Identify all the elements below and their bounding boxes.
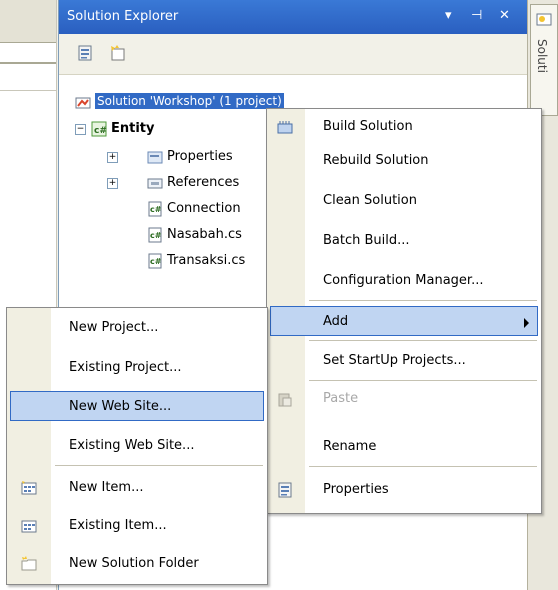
menu-separator [55, 465, 263, 466]
menu-item-set-startup-projects[interactable]: Set StartUp Projects... [267, 346, 541, 376]
menu-separator [309, 300, 537, 301]
context-menu: Build Solution Rebuild Solution Clean So… [266, 108, 542, 514]
csharp-file-icon: c# [148, 253, 162, 268]
menu-item-label: Set StartUp Projects... [323, 353, 466, 368]
tree-item-transaksi[interactable]: c# Transaksi.cs [147, 249, 245, 271]
menu-item-existing-project[interactable]: Existing Project... [7, 353, 267, 383]
tree-item-label: Transaksi.cs [167, 253, 246, 268]
tree-item-label: Nasabah.cs [167, 227, 242, 242]
svg-text:c#: c# [150, 231, 162, 240]
solution-icon [75, 97, 91, 108]
menu-item-existing-web-site[interactable]: Existing Web Site... [7, 431, 267, 461]
properties-icon[interactable] [77, 44, 95, 62]
submenu-arrow-icon [524, 318, 529, 328]
menu-item-label: Configuration Manager... [323, 273, 484, 288]
csharp-file-icon: c# [148, 201, 162, 216]
explorer-toolbar [59, 34, 527, 75]
menu-item-label: New Project... [69, 320, 159, 335]
menu-item-label: Batch Build... [323, 233, 410, 248]
tree-item-connection[interactable]: c# Connection [147, 197, 241, 219]
menu-item-add[interactable]: Add [270, 306, 538, 336]
tree-item-properties[interactable]: Properties [147, 145, 233, 167]
tree-item-label: Connection [167, 201, 241, 216]
menu-item-label: Rebuild Solution [323, 153, 429, 168]
tree-item-label: Properties [167, 149, 233, 164]
tree-item-references[interactable]: References [147, 171, 239, 193]
new-item-icon [21, 481, 37, 495]
menu-item-rename[interactable]: Rename [267, 432, 541, 462]
menu-item-new-project[interactable]: New Project... [7, 313, 267, 343]
existing-item-icon [21, 520, 37, 533]
expand-icon[interactable]: + [107, 152, 118, 163]
project-node[interactable]: c# Entity [91, 117, 155, 139]
properties-folder-icon [147, 151, 163, 163]
dropdown-icon[interactable]: ▾ [445, 8, 452, 23]
menu-item-label: New Web Site... [69, 399, 172, 414]
menu-item-label: Clean Solution [323, 193, 417, 208]
menu-item-label: Add [323, 314, 349, 329]
svg-text:c#: c# [150, 205, 162, 214]
build-icon [277, 121, 293, 134]
solution-explorer-icon [536, 13, 552, 26]
menu-item-rebuild-solution[interactable]: Rebuild Solution [267, 146, 541, 176]
menu-item-properties[interactable]: Properties [267, 475, 541, 505]
side-tab-label: Soluti [535, 39, 549, 73]
new-folder-icon [21, 556, 37, 571]
menu-separator [309, 466, 537, 467]
divider [0, 62, 56, 64]
menu-item-paste: Paste [267, 384, 541, 414]
svg-text:c#: c# [150, 257, 162, 266]
menu-separator [309, 380, 537, 381]
csharp-project-icon: c# [91, 121, 107, 136]
solution-label: Solution 'Workshop' (1 project) [95, 93, 284, 109]
pin-icon[interactable]: ⊣ [471, 8, 482, 23]
menu-item-new-item[interactable]: New Item... [7, 473, 267, 503]
properties-icon [278, 482, 292, 498]
menu-item-label: Paste [323, 391, 359, 406]
menu-item-label: Properties [323, 482, 389, 497]
project-label: Entity [111, 121, 155, 136]
expand-icon[interactable]: + [107, 178, 118, 189]
divider [0, 90, 56, 91]
tree-item-label: References [167, 175, 240, 190]
solution-node[interactable]: Solution 'Workshop' (1 project) [75, 90, 284, 112]
tree-item-nasabah[interactable]: c# Nasabah.cs [147, 223, 242, 245]
menu-item-batch-build[interactable]: Batch Build... [267, 226, 541, 256]
menu-item-label: Existing Project... [69, 360, 182, 375]
show-all-files-icon[interactable] [109, 44, 127, 62]
panel-title-bar: Solution Explorer ▾ ⊣ ✕ [59, 0, 527, 34]
collapse-icon[interactable]: − [75, 124, 86, 135]
menu-item-build-solution[interactable]: Build Solution [267, 112, 541, 142]
menu-separator [309, 340, 537, 341]
editor-tab[interactable] [0, 0, 56, 43]
paste-icon [278, 393, 292, 407]
references-icon [147, 178, 163, 188]
menu-item-new-solution-folder[interactable]: New Solution Folder [7, 549, 267, 579]
close-icon[interactable]: ✕ [499, 8, 510, 23]
csharp-file-icon: c# [148, 227, 162, 242]
menu-item-configuration-manager[interactable]: Configuration Manager... [267, 266, 541, 296]
menu-item-new-web-site[interactable]: New Web Site... [10, 391, 264, 421]
add-submenu: New Project... Existing Project... New W… [6, 307, 268, 585]
menu-item-label: Rename [323, 439, 377, 454]
menu-item-label: New Item... [69, 480, 144, 495]
menu-item-label: Existing Web Site... [69, 438, 195, 453]
menu-item-existing-item[interactable]: Existing Item... [7, 511, 267, 541]
panel-title: Solution Explorer [67, 9, 179, 24]
side-tab-solution-explorer[interactable]: Soluti [530, 4, 558, 116]
menu-item-label: Build Solution [323, 119, 413, 134]
menu-item-label: Existing Item... [69, 518, 167, 533]
menu-item-clean-solution[interactable]: Clean Solution [267, 186, 541, 216]
menu-item-label: New Solution Folder [69, 556, 199, 571]
svg-text:c#: c# [94, 126, 107, 136]
